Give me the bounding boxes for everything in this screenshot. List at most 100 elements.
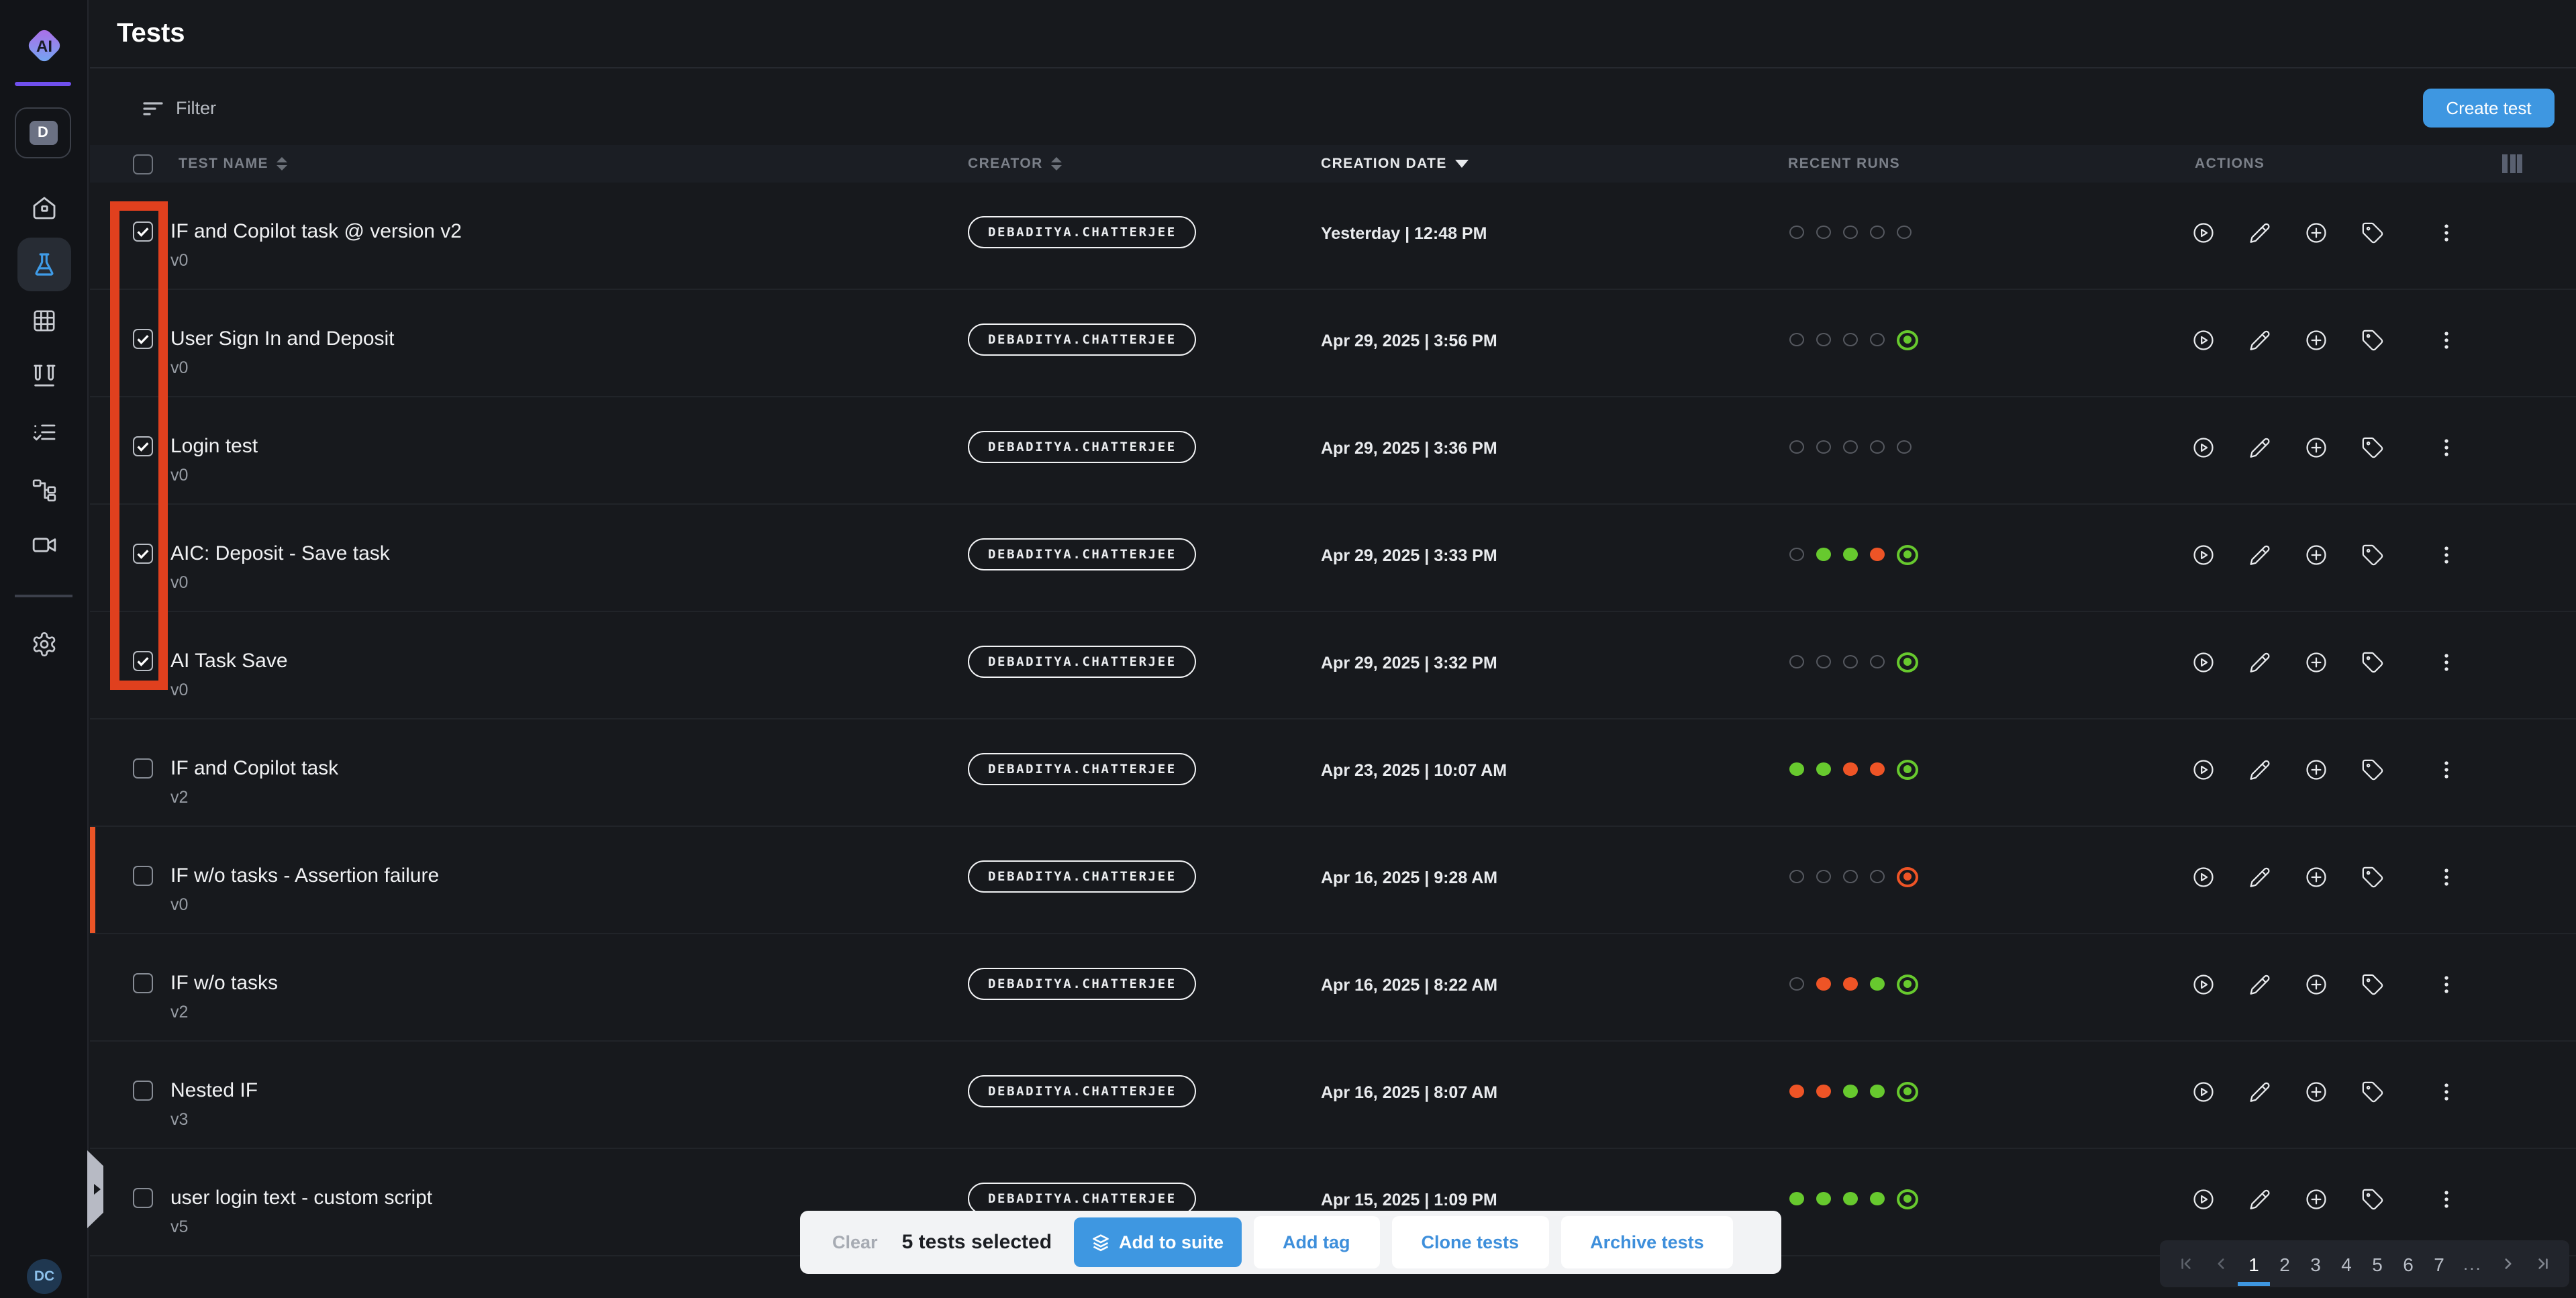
tag-icon[interactable]: [2361, 1081, 2384, 1103]
tag-icon[interactable]: [2361, 651, 2384, 674]
play-circle-icon[interactable]: [2192, 1081, 2215, 1103]
page-number-1[interactable]: 1: [2247, 1253, 2261, 1275]
test-name[interactable]: user login text - custom script: [170, 1187, 432, 1209]
play-circle-icon[interactable]: [2192, 329, 2215, 352]
plus-circle-icon[interactable]: [2305, 866, 2328, 889]
plus-circle-icon[interactable]: [2305, 221, 2328, 244]
prev-page-button[interactable]: [2212, 1255, 2230, 1272]
tag-icon[interactable]: [2361, 973, 2384, 996]
tag-icon[interactable]: [2361, 544, 2384, 566]
plus-circle-icon[interactable]: [2305, 758, 2328, 781]
row-checkbox[interactable]: [133, 866, 153, 886]
tag-icon[interactable]: [2361, 1188, 2384, 1211]
test-name[interactable]: IF w/o tasks - Assertion failure: [170, 864, 439, 887]
pencil-icon[interactable]: [2248, 758, 2271, 781]
table-row[interactable]: AIC: Deposit - Save task v0 DEBADITYA.CH…: [90, 505, 2576, 612]
kebab-menu-icon[interactable]: [2435, 651, 2458, 674]
test-name[interactable]: Login test: [170, 435, 258, 458]
pencil-icon[interactable]: [2248, 651, 2271, 674]
create-test-button[interactable]: Create test: [2423, 89, 2555, 128]
kebab-menu-icon[interactable]: [2435, 758, 2458, 781]
add-to-suite-button[interactable]: Add to suite: [1073, 1217, 1241, 1267]
kebab-menu-icon[interactable]: [2435, 544, 2458, 566]
plus-circle-icon[interactable]: [2305, 651, 2328, 674]
pencil-icon[interactable]: [2248, 1081, 2271, 1103]
sidebar-item-suites[interactable]: [17, 349, 71, 403]
sidebar-item-runs[interactable]: [17, 405, 71, 459]
page-number-3[interactable]: 3: [2309, 1253, 2322, 1275]
row-checkbox[interactable]: [133, 1081, 153, 1101]
sidebar-item-home[interactable]: [17, 181, 71, 235]
row-checkbox[interactable]: [133, 758, 153, 779]
page-number-5[interactable]: 5: [2371, 1253, 2384, 1275]
tag-icon[interactable]: [2361, 436, 2384, 459]
workspace-selector[interactable]: D: [15, 107, 71, 158]
clone-tests-button[interactable]: Clone tests: [1392, 1216, 1549, 1268]
kebab-menu-icon[interactable]: [2435, 329, 2458, 352]
pencil-icon[interactable]: [2248, 973, 2271, 996]
add-tag-button[interactable]: Add tag: [1253, 1216, 1380, 1268]
tag-icon[interactable]: [2361, 866, 2384, 889]
play-circle-icon[interactable]: [2192, 544, 2215, 566]
row-checkbox[interactable]: [133, 651, 153, 671]
play-circle-icon[interactable]: [2192, 866, 2215, 889]
column-creator[interactable]: CREATOR: [968, 145, 1062, 183]
row-checkbox[interactable]: [133, 221, 153, 242]
row-checkbox[interactable]: [133, 544, 153, 564]
test-name[interactable]: IF and Copilot task: [170, 757, 338, 780]
tag-icon[interactable]: [2361, 758, 2384, 781]
filter-button[interactable]: Filter: [142, 89, 216, 128]
kebab-menu-icon[interactable]: [2435, 436, 2458, 459]
play-circle-icon[interactable]: [2192, 651, 2215, 674]
page-number-2[interactable]: 2: [2278, 1253, 2291, 1275]
plus-circle-icon[interactable]: [2305, 1081, 2328, 1103]
sidebar-item-workflows[interactable]: [17, 463, 71, 517]
test-name[interactable]: IF w/o tasks: [170, 972, 278, 995]
kebab-menu-icon[interactable]: [2435, 866, 2458, 889]
archive-tests-button[interactable]: Archive tests: [1561, 1216, 1734, 1268]
play-circle-icon[interactable]: [2192, 221, 2215, 244]
pencil-icon[interactable]: [2248, 436, 2271, 459]
kebab-menu-icon[interactable]: [2435, 221, 2458, 244]
plus-circle-icon[interactable]: [2305, 329, 2328, 352]
row-checkbox[interactable]: [133, 436, 153, 456]
plus-circle-icon[interactable]: [2305, 436, 2328, 459]
sidebar-item-data-tables[interactable]: [17, 294, 71, 348]
table-row[interactable]: IF and Copilot task @ version v2 v0 DEBA…: [90, 183, 2576, 290]
test-name[interactable]: IF and Copilot task @ version v2: [170, 220, 462, 243]
tag-icon[interactable]: [2361, 221, 2384, 244]
column-creation-date[interactable]: CREATION DATE: [1321, 145, 1469, 183]
play-circle-icon[interactable]: [2192, 1188, 2215, 1211]
next-page-button[interactable]: [2499, 1255, 2517, 1272]
select-all-checkbox[interactable]: [133, 154, 153, 174]
pencil-icon[interactable]: [2248, 866, 2271, 889]
user-avatar[interactable]: DC: [27, 1259, 62, 1294]
pencil-icon[interactable]: [2248, 221, 2271, 244]
row-checkbox[interactable]: [133, 1188, 153, 1208]
page-number-7[interactable]: 7: [2432, 1253, 2446, 1275]
column-test-name[interactable]: TEST NAME: [179, 145, 287, 183]
pencil-icon[interactable]: [2248, 544, 2271, 566]
table-row[interactable]: IF w/o tasks v2 DEBADITYA.CHATTERJEE Apr…: [90, 934, 2576, 1042]
sidebar-item-tests[interactable]: [17, 238, 71, 291]
kebab-menu-icon[interactable]: [2435, 973, 2458, 996]
test-name[interactable]: Nested IF: [170, 1079, 258, 1102]
pencil-icon[interactable]: [2248, 1188, 2271, 1211]
table-row[interactable]: User Sign In and Deposit v0 DEBADITYA.CH…: [90, 290, 2576, 397]
row-checkbox[interactable]: [133, 329, 153, 349]
play-circle-icon[interactable]: [2192, 973, 2215, 996]
page-number-6[interactable]: 6: [2401, 1253, 2415, 1275]
sidebar-item-recordings[interactable]: [17, 518, 71, 572]
table-row[interactable]: Nested IF v3 DEBADITYA.CHATTERJEE Apr 16…: [90, 1042, 2576, 1149]
table-row[interactable]: Login test v0 DEBADITYA.CHATTERJEE Apr 2…: [90, 397, 2576, 505]
plus-circle-icon[interactable]: [2305, 544, 2328, 566]
tag-icon[interactable]: [2361, 329, 2384, 352]
play-circle-icon[interactable]: [2192, 758, 2215, 781]
sidebar-item-settings[interactable]: [17, 617, 71, 671]
table-row[interactable]: AI Task Save v0 DEBADITYA.CHATTERJEE Apr…: [90, 612, 2576, 719]
kebab-menu-icon[interactable]: [2435, 1081, 2458, 1103]
clear-selection-button[interactable]: Clear: [832, 1232, 878, 1252]
plus-circle-icon[interactable]: [2305, 973, 2328, 996]
last-page-button[interactable]: [2534, 1255, 2552, 1272]
kebab-menu-icon[interactable]: [2435, 1188, 2458, 1211]
